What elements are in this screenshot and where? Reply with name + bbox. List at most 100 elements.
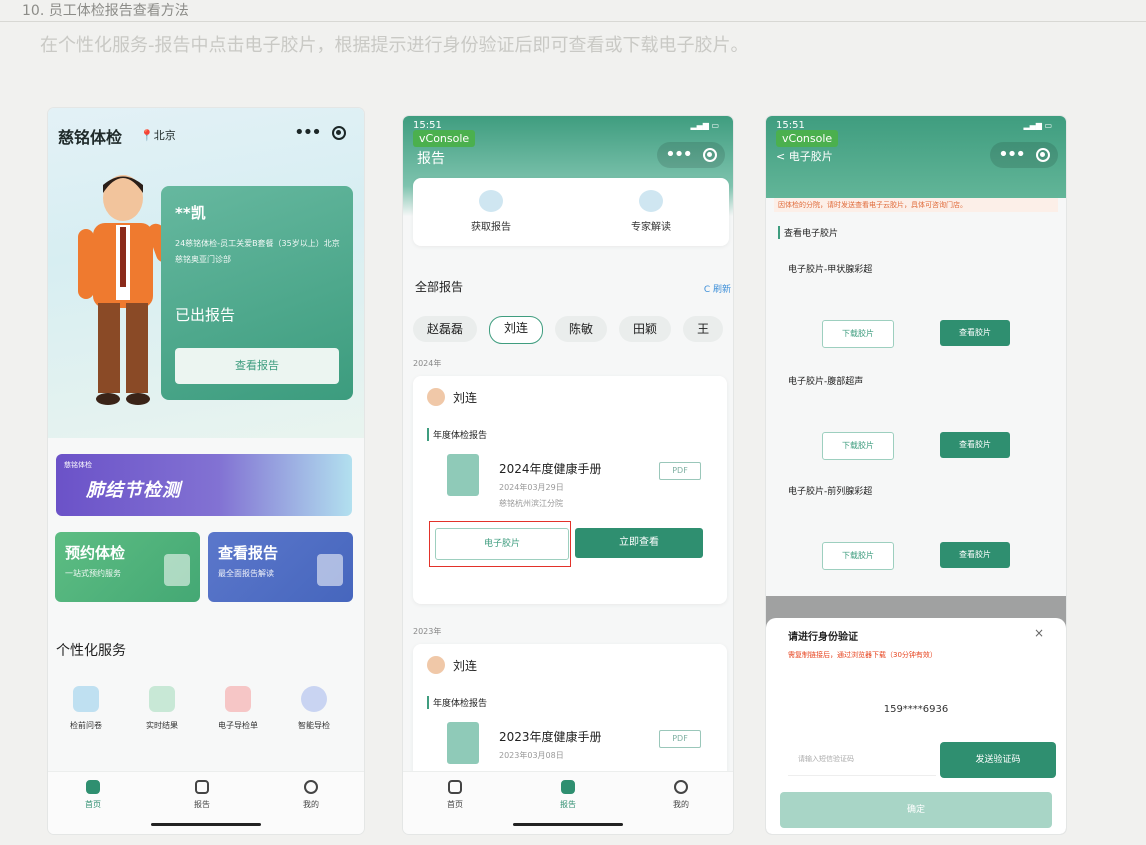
report-tab-icon: [195, 780, 209, 794]
service-realtime-results[interactable]: 实时结果: [132, 686, 192, 731]
person-chip-selected[interactable]: 刘连: [489, 316, 544, 344]
action-label: 专家解读: [631, 222, 671, 233]
mini-program-capsule[interactable]: •••: [657, 142, 725, 168]
health-book-icon: [447, 722, 479, 764]
phone-film-screen: 15:51 vConsole ▂▄▆ ▭ < 电子胶片 ••• 因体检的分院，请…: [766, 116, 1066, 834]
refresh-link[interactable]: C 刷新: [704, 282, 731, 295]
vconsole-badge[interactable]: vConsole: [413, 130, 476, 147]
section-title: 查看电子胶片: [778, 226, 838, 239]
more-icon[interactable]: •••: [998, 142, 1026, 168]
vconsole-badge[interactable]: vConsole: [776, 130, 839, 147]
tab-home[interactable]: 首页: [63, 780, 123, 810]
service-pre-questionnaire[interactable]: 检前问卷: [56, 686, 116, 731]
tab-label: 首页: [85, 800, 101, 809]
tab-label: 我的: [673, 800, 689, 809]
pdf-button[interactable]: PDF: [659, 730, 701, 748]
get-report-action[interactable]: 获取报告: [441, 190, 541, 233]
download-film-button[interactable]: 下载胶片: [822, 320, 894, 348]
sms-code-input[interactable]: 请输入短信验证码: [788, 742, 936, 776]
tab-report[interactable]: 报告: [538, 780, 598, 810]
phone-home-screen: 慈铭体检 📍北京 ••• **凯 24慈铭体检-员工关爱B套餐（35岁以上）北京…: [48, 108, 364, 834]
person-chip[interactable]: 田颖: [619, 316, 672, 342]
book-date: 2023年03月08日: [499, 751, 564, 760]
more-icon[interactable]: •••: [294, 120, 322, 146]
person-chip[interactable]: 赵磊磊: [413, 316, 478, 342]
download-film-button[interactable]: 下载胶片: [822, 542, 894, 570]
mini-program-capsule[interactable]: •••: [990, 142, 1058, 168]
book-title: 2024年度健康手册: [499, 462, 602, 476]
location-selector[interactable]: 📍北京: [140, 127, 176, 143]
location-label: 北京: [153, 129, 176, 142]
notice-bar: 因体检的分院，请时发送查看电子云胶片，具体可咨询门店。: [774, 198, 1058, 212]
person-name: 刘连: [453, 390, 478, 405]
film-item-title: 电子胶片-腹部超声: [788, 377, 864, 387]
results-icon: [149, 686, 175, 712]
close-target-icon[interactable]: [703, 148, 717, 162]
report-tab-icon: [561, 780, 575, 794]
service-smart-guide[interactable]: 智能导检: [284, 686, 344, 731]
document-header: 10. 员工体检报告查看方法: [0, 0, 1146, 22]
tab-bar: 首页 报告 我的: [48, 771, 364, 834]
report-status: 已出报告: [175, 306, 236, 324]
banner-title: 肺结节检测: [86, 480, 181, 501]
personalized-services-title: 个性化服务: [56, 643, 126, 659]
view-film-button[interactable]: 查看胶片: [940, 432, 1010, 458]
close-target-icon[interactable]: [331, 126, 346, 140]
action-label: 获取报告: [471, 222, 511, 233]
person-chip[interactable]: 王: [683, 316, 724, 342]
tab-mine[interactable]: 我的: [281, 780, 341, 810]
view-now-button[interactable]: 立即查看: [575, 528, 703, 558]
avatar: [427, 388, 445, 406]
app-title: 慈铭体检: [58, 128, 123, 147]
book-checkup-tile[interactable]: 预约体检 一站式预约服务: [55, 532, 200, 602]
signal-battery-icon: ▂▄▆ ▭: [1023, 121, 1052, 130]
view-report-button[interactable]: 查看报告: [175, 348, 339, 384]
tab-bar: 首页 报告 我的: [403, 771, 733, 834]
confirm-button[interactable]: 确定: [780, 792, 1052, 828]
service-e-guide[interactable]: 电子导检单: [208, 686, 268, 731]
pdf-button[interactable]: PDF: [659, 462, 701, 480]
quick-actions: 获取报告 专家解读: [413, 178, 729, 246]
location-pin-icon: [301, 686, 327, 712]
tab-label: 我的: [303, 800, 319, 809]
patient-name: **凯: [175, 204, 206, 222]
expert-interpretation-action[interactable]: 专家解读: [601, 190, 701, 233]
tile-subtitle: 一站式预约服务: [65, 569, 121, 578]
report-person: 刘连: [427, 656, 477, 674]
report-kind: 年度体检报告: [427, 696, 487, 709]
package-description: 24慈铭体检-员工关爱B套餐（35岁以上）北京慈铭奥亚门诊部: [175, 239, 340, 264]
close-target-icon[interactable]: [1036, 148, 1050, 162]
lung-nodule-banner[interactable]: 慈铭体检 肺结节检测: [56, 454, 352, 516]
banner-logo: 慈铭体检: [64, 461, 92, 469]
person-chip[interactable]: 陈敏: [555, 316, 608, 342]
book-date: 2024年03月29日: [499, 483, 564, 492]
back-nav-title[interactable]: < 电子胶片: [776, 148, 833, 164]
health-book-icon: [447, 454, 479, 496]
view-report-tile[interactable]: 查看报告 最全面报告解读: [208, 532, 353, 602]
film-item-title: 电子胶片-前列腺彩超: [788, 487, 873, 497]
electronic-film-button[interactable]: 电子胶片: [435, 528, 569, 560]
clipboard-icon: [164, 554, 190, 586]
service-label: 检前问卷: [70, 721, 102, 730]
view-film-button[interactable]: 查看胶片: [940, 542, 1010, 568]
profile-icon: [304, 780, 318, 794]
more-icon[interactable]: •••: [665, 142, 693, 168]
identity-verification-sheet: 请进行身份验证 × 需复制链接后，通过浏览器下载（30分钟有效） 159****…: [766, 618, 1066, 834]
close-icon[interactable]: ×: [1034, 626, 1044, 640]
tab-home[interactable]: 首页: [425, 780, 485, 810]
tab-report[interactable]: 报告: [172, 780, 232, 810]
service-label: 实时结果: [146, 721, 178, 730]
get-report-icon: [479, 190, 503, 212]
tab-mine[interactable]: 我的: [651, 780, 711, 810]
report-card: 刘连 年度体检报告 2024年度健康手册 2024年03月29日 慈铭杭州滨江分…: [413, 376, 727, 604]
sheet-title: 请进行身份验证: [788, 632, 858, 643]
view-film-button[interactable]: 查看胶片: [940, 320, 1010, 346]
report-status-card: **凯 24慈铭体检-员工关爱B套餐（35岁以上）北京慈铭奥亚门诊部 已出报告 …: [161, 186, 353, 400]
sheet-warning: 需复制链接后，通过浏览器下载（30分钟有效）: [788, 651, 937, 659]
guide-sheet-icon: [225, 686, 251, 712]
mini-program-capsule[interactable]: •••: [286, 120, 354, 146]
home-indicator: [151, 823, 261, 826]
download-film-button[interactable]: 下载胶片: [822, 432, 894, 460]
report-kind: 年度体检报告: [427, 428, 487, 441]
send-code-button[interactable]: 发送验证码: [940, 742, 1056, 778]
